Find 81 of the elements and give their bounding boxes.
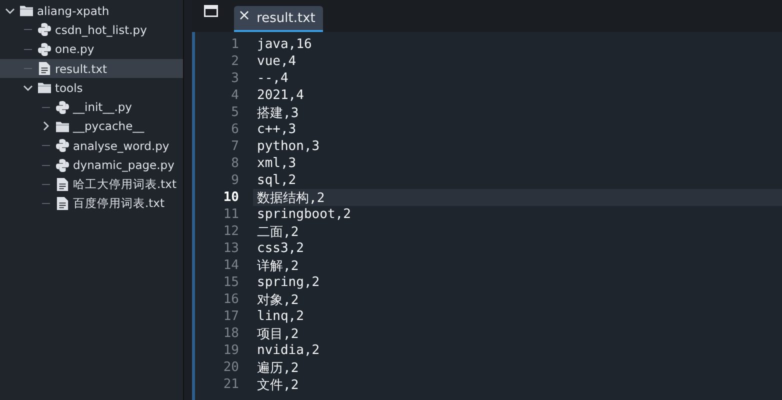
line-number: 6 — [230, 122, 239, 137]
tree-item[interactable]: analyse_word.py — [0, 136, 183, 156]
python-icon — [38, 42, 51, 56]
file-name: 哈工大停用词表.txt — [73, 176, 176, 192]
file-name: dynamic_page.py — [73, 158, 174, 172]
code-line: 文件,2 — [256, 376, 300, 393]
line-number: 19 — [222, 343, 239, 358]
folder-icon — [56, 120, 69, 133]
line-number: 12 — [222, 224, 239, 239]
code-line: 遍历,2 — [256, 360, 300, 376]
line-number: 9 — [230, 173, 239, 188]
code-line: linq,2 — [256, 308, 305, 325]
code-line: 详解,2 — [256, 258, 300, 274]
close-tab-button[interactable]: × — [238, 8, 251, 22]
file-name: tools — [55, 80, 83, 95]
code-line: 2021,4 — [256, 87, 305, 104]
code-line: java,16 — [256, 36, 313, 53]
text-file-icon — [56, 178, 69, 191]
file-name: analyse_word.py — [73, 138, 170, 153]
line-number: 15 — [222, 275, 239, 290]
file-name: one.py — [55, 42, 94, 56]
line-number: 8 — [230, 156, 239, 171]
line-number: 16 — [222, 292, 239, 307]
python-icon — [38, 23, 51, 36]
code-line: vue,4 — [256, 53, 298, 70]
tree-item[interactable]: aliang-xpath — [0, 1, 183, 20]
line-number: 11 — [222, 207, 239, 222]
code-line: spring,2 — [256, 274, 321, 291]
tree-item[interactable]: 百度停用词表.txt — [0, 194, 183, 214]
code-line: sql,2 — [256, 172, 298, 189]
line-number: 21 — [222, 377, 239, 392]
code-line: c++,3 — [256, 121, 298, 138]
tree-item[interactable]: csdn_hot_list.py — [0, 20, 183, 40]
python-icon — [56, 139, 69, 152]
code-line: 二面,2 — [256, 224, 300, 240]
code-line: nvidia,2 — [256, 342, 321, 359]
chevron-icon[interactable] — [41, 121, 51, 132]
line-number: 2 — [230, 54, 239, 69]
line-number: 18 — [222, 326, 239, 341]
python-icon — [56, 158, 69, 172]
folder-icon — [38, 81, 51, 94]
python-icon — [56, 100, 69, 114]
text-file-icon — [38, 62, 51, 76]
file-name: __init__.py — [73, 100, 132, 114]
tree-item[interactable]: 哈工大停用词表.txt — [0, 174, 183, 194]
line-number: 14 — [222, 258, 239, 273]
tree-item[interactable]: result.txt — [0, 58, 183, 78]
line-number: 10 — [222, 190, 239, 205]
line-number: 1 — [230, 37, 239, 52]
chevron-icon[interactable] — [5, 6, 15, 16]
code-line: xml,3 — [256, 155, 298, 172]
line-number: 13 — [222, 241, 239, 256]
panel-toggle-icon[interactable] — [204, 5, 218, 17]
line-number: 3 — [230, 71, 239, 86]
tree-item[interactable]: tools — [0, 78, 183, 98]
line-number: 4 — [230, 88, 239, 103]
tree-item[interactable]: one.py — [0, 40, 183, 59]
tab-label: result.txt — [256, 10, 316, 26]
tree-item[interactable]: __pycache__ — [0, 116, 183, 136]
text-file-icon — [56, 197, 69, 210]
editor-tab[interactable]: × result.txt — [234, 6, 324, 32]
file-name: aliang-xpath — [37, 4, 110, 18]
line-number: 20 — [222, 360, 239, 375]
tree-item[interactable]: dynamic_page.py — [0, 155, 183, 175]
file-name: 百度停用词表.txt — [73, 196, 164, 212]
line-number: 17 — [222, 309, 239, 324]
code-line: css3,2 — [256, 240, 305, 257]
code-line: python,3 — [256, 138, 321, 155]
line-number: 5 — [230, 105, 239, 120]
code-line: 搭建,3 — [256, 104, 300, 121]
tree-item[interactable]: __init__.py — [0, 97, 183, 117]
code-line: springboot,2 — [256, 206, 352, 223]
chevron-icon[interactable] — [23, 82, 33, 93]
code-line: 对象,2 — [256, 292, 300, 308]
line-number: 7 — [230, 139, 239, 154]
file-name: __pycache__ — [73, 119, 144, 134]
code-line: 项目,2 — [256, 326, 300, 342]
code-line: --,4 — [256, 70, 290, 87]
folder-icon — [20, 4, 33, 18]
file-name: result.txt — [55, 62, 108, 76]
file-name: csdn_hot_list.py — [55, 22, 147, 37]
